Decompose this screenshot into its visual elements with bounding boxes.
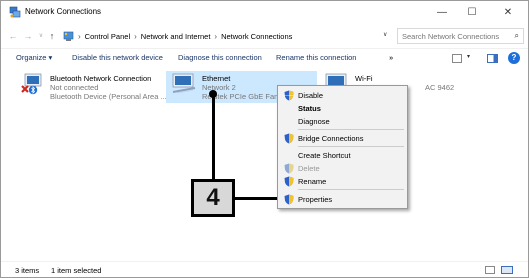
change-view-icon[interactable]	[452, 54, 462, 63]
context-menu-diagnose[interactable]: Diagnose	[278, 116, 407, 127]
context-menu-label: Bridge Connections	[298, 134, 364, 143]
uac-shield-icon	[284, 176, 294, 187]
context-menu-label: Properties	[298, 195, 333, 204]
context-menu-label: Diagnose	[298, 117, 330, 126]
preview-pane-icon[interactable]	[487, 54, 498, 63]
connection-name: Wi-Fi	[355, 74, 373, 83]
more-commands-button[interactable]: »	[389, 53, 393, 62]
forward-button[interactable]: →	[22, 29, 34, 43]
up-button[interactable]: ↑	[46, 29, 58, 43]
context-menu-label: Delete	[298, 164, 320, 173]
uac-shield-icon	[284, 163, 294, 174]
address-bar: ← → ∨ ↑ › Control Panel › Network and In…	[1, 25, 528, 47]
breadcrumb-separator: ›	[134, 31, 137, 41]
network-connections-window: Network Connections — ☐ ✕ ← → ∨ ↑ › Cont…	[0, 0, 529, 278]
connection-bluetooth[interactable]: Bluetooth Network Connection Not connect…	[14, 71, 170, 103]
uac-shield-icon	[284, 90, 294, 101]
search-icon[interactable]: ⌕	[515, 31, 519, 41]
context-menu: Disable Status Diagnose Bridge Connectio…	[277, 85, 408, 209]
connection-device: AC 9462	[425, 83, 455, 92]
rename-connection-button[interactable]: Rename this connection	[276, 53, 356, 62]
close-button[interactable]: ✕	[493, 1, 523, 23]
command-bar: Organize ▾ Disable this network device D…	[1, 48, 528, 67]
network-connections-app-icon	[9, 6, 21, 18]
back-button[interactable]: ←	[7, 29, 19, 43]
breadcrumb-network-and-internet[interactable]: Network and Internet	[141, 32, 211, 41]
context-menu-label: Rename	[298, 177, 327, 186]
context-menu-bridge-connections[interactable]: Bridge Connections	[278, 133, 407, 144]
title-bar: Network Connections — ☐ ✕	[1, 1, 528, 23]
context-menu-rename[interactable]: Rename	[278, 176, 407, 187]
context-menu-separator	[298, 189, 404, 190]
uac-shield-icon	[284, 133, 294, 144]
context-menu-disable[interactable]: Disable	[278, 90, 407, 101]
context-menu-create-shortcut[interactable]: Create Shortcut	[278, 150, 407, 161]
context-menu-separator	[298, 146, 404, 147]
context-menu-label: Create Shortcut	[298, 151, 351, 160]
context-menu-delete: Delete	[278, 163, 407, 174]
selection-count: 1 item selected	[51, 266, 102, 275]
context-menu-status[interactable]: Status	[278, 103, 407, 114]
maximize-button[interactable]: ☐	[457, 1, 487, 23]
address-dropdown-chevron-icon[interactable]: ∨	[383, 31, 387, 38]
minimize-button[interactable]: —	[427, 1, 457, 23]
connection-name: Bluetooth Network Connection	[50, 74, 152, 83]
context-menu-properties[interactable]: Properties	[278, 194, 407, 205]
breadcrumb[interactable]: › Control Panel › Network and Internet ›…	[59, 28, 391, 44]
item-count: 3 items	[15, 266, 40, 275]
search-box[interactable]: ⌕	[397, 28, 524, 44]
breadcrumb-control-panel[interactable]: Control Panel	[85, 32, 130, 41]
connections-list: Bluetooth Network Connection Not connect…	[1, 68, 528, 261]
step-callout-badge: 4	[191, 179, 235, 217]
context-menu-label: Status	[298, 104, 321, 113]
context-menu-separator	[298, 129, 404, 130]
breadcrumb-separator: ›	[78, 31, 81, 41]
status-bar: 3 items 1 item selected	[1, 261, 528, 277]
breadcrumb-separator: ›	[214, 31, 218, 41]
callout-pointer-line	[212, 94, 215, 180]
uac-shield-icon	[284, 194, 294, 205]
connection-status: Network 2	[202, 83, 236, 92]
context-menu-label: Disable	[298, 91, 324, 100]
view-options-chevron-icon[interactable]: ▾	[467, 53, 470, 60]
window-title: Network Connections	[25, 7, 102, 16]
ethernet-adapter-icon	[172, 73, 196, 94]
diagnose-connection-button[interactable]: Diagnose this connection	[178, 53, 262, 62]
control-panel-icon	[63, 31, 74, 41]
callout-pointer-dot	[209, 90, 217, 98]
details-view-icon[interactable]	[485, 266, 495, 274]
help-icon[interactable]: ?	[508, 52, 520, 64]
connection-status: Not connected	[50, 83, 99, 92]
disable-device-button[interactable]: Disable this network device	[72, 53, 163, 62]
connection-name: Ethernet	[202, 74, 231, 83]
tiles-view-icon[interactable]	[501, 266, 513, 274]
organize-menu[interactable]: Organize ▾	[16, 53, 52, 62]
search-input[interactable]	[402, 31, 512, 41]
connection-device: Bluetooth Device (Personal Area ...	[50, 92, 167, 101]
breadcrumb-network-connections[interactable]: Network Connections	[221, 32, 292, 41]
bluetooth-adapter-icon	[21, 73, 42, 95]
